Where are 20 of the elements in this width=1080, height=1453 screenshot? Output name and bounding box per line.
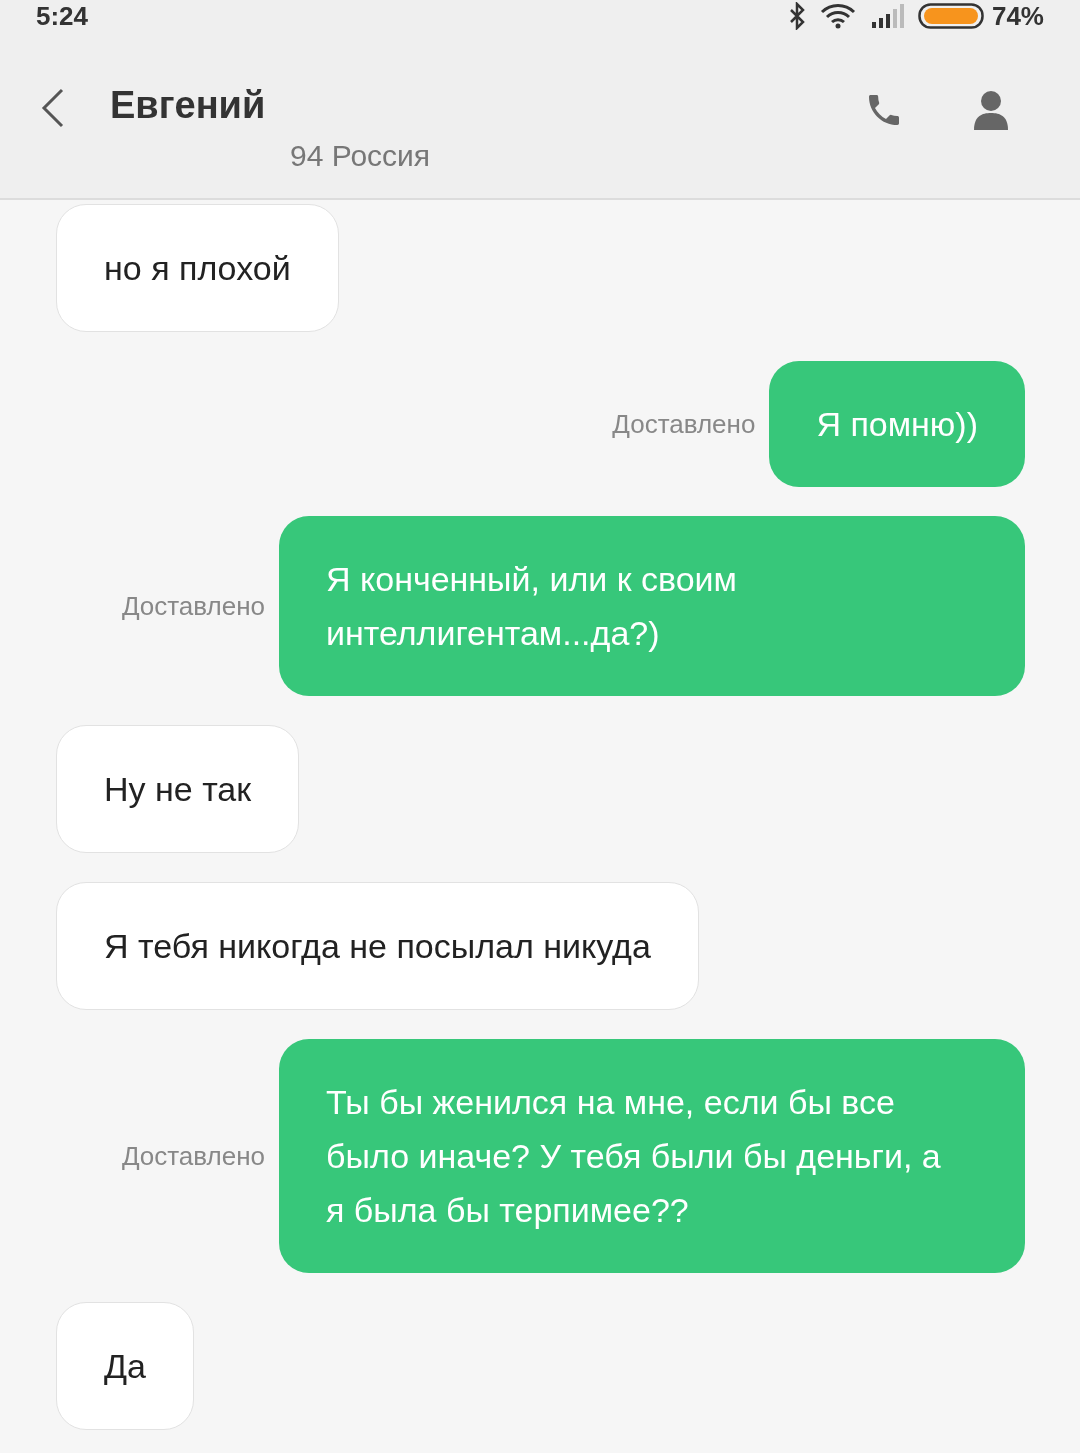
wifi-icon (819, 3, 856, 29)
bluetooth-icon (787, 2, 806, 30)
received-message: Я тебя никогда не посылал никуда (56, 882, 699, 1010)
contact-subtitle: 94 Россия (289, 139, 432, 173)
back-icon[interactable] (40, 88, 66, 128)
battery-icon (917, 3, 984, 29)
delivery-status: Доставлено (121, 590, 265, 622)
sent-message: Ты бы женился на мне, если бы все было иначе? У тебя были бы деньги, а я была бы терпимее?? (279, 1039, 1025, 1273)
received-message: но я плохой (56, 204, 339, 332)
delivery-status: Доставлено (612, 408, 756, 440)
received-message: Ну не так (56, 725, 300, 853)
delivery-status: Доставлено (121, 1140, 265, 1172)
contact-name: Евгений (110, 84, 267, 127)
battery-percent: 74% (991, 0, 1044, 32)
signal-icon (869, 4, 904, 28)
received-message: Да (56, 1302, 194, 1430)
status-time: 5:24 (36, 0, 89, 32)
sent-message: Я конченный, или к своим интеллигентам...да?) (279, 516, 1025, 696)
sent-message: Я помню)) (769, 361, 1025, 487)
contact-icon[interactable] (974, 90, 1008, 130)
